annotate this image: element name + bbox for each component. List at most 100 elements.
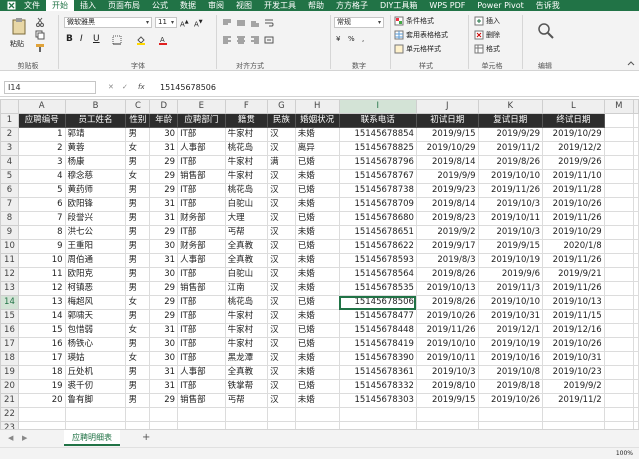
table-cell[interactable]: 2019/9/9 — [415, 169, 479, 184]
table-cell[interactable]: 2019/9/6 — [477, 267, 544, 282]
empty-cell[interactable] — [415, 407, 479, 422]
increase-font-icon[interactable]: A▲ — [180, 17, 189, 29]
table-cell[interactable]: 2019/10/31 — [542, 351, 605, 366]
table-cell[interactable]: 未婚 — [294, 365, 340, 380]
insert-icon[interactable] — [474, 16, 484, 26]
table-cell[interactable]: 未婚 — [294, 393, 340, 408]
table-cell[interactable]: IT部 — [177, 309, 226, 324]
row-header[interactable]: 7 — [0, 197, 19, 212]
decrease-font-icon[interactable]: A▼ — [194, 17, 203, 29]
table-cell[interactable]: 人事部 — [177, 141, 226, 156]
table-cell[interactable]: IT部 — [177, 155, 226, 170]
empty-cell[interactable] — [125, 421, 151, 429]
row-header[interactable]: 4 — [0, 155, 19, 170]
row-header[interactable]: 18 — [0, 351, 19, 366]
table-cell[interactable]: 10 — [17, 253, 66, 268]
bold-button[interactable]: B — [66, 34, 73, 44]
empty-cell[interactable] — [64, 421, 127, 429]
table-cell[interactable]: 未婚 — [294, 169, 340, 184]
row-header[interactable]: 20 — [0, 379, 19, 394]
empty-cell[interactable] — [633, 225, 639, 240]
table-cell[interactable]: 男 — [125, 197, 151, 212]
column-title-cell[interactable]: 民族 — [267, 113, 296, 128]
column-title-cell[interactable]: 年龄 — [149, 113, 179, 128]
ribbon-tab[interactable]: 开始 — [46, 0, 74, 11]
row-header[interactable]: 1 — [0, 113, 19, 128]
table-cell[interactable]: 汉 — [267, 281, 296, 296]
table-cell[interactable]: 2019/10/29 — [542, 225, 605, 240]
cancel-icon[interactable]: ✕ — [108, 82, 114, 92]
table-cell[interactable]: 铁掌帮 — [224, 379, 269, 394]
table-cell[interactable]: 牛家村 — [224, 323, 269, 338]
table-cell[interactable]: 6 — [17, 197, 66, 212]
table-cell[interactable]: 男 — [125, 281, 151, 296]
table-cell[interactable]: 15145678622 — [338, 239, 417, 254]
empty-cell[interactable] — [477, 407, 544, 422]
table-cell[interactable]: 15145678535 — [338, 281, 417, 296]
empty-cell[interactable] — [415, 421, 479, 429]
table-cell[interactable]: 男 — [125, 267, 151, 282]
table-cell[interactable]: 5 — [17, 183, 66, 198]
empty-cell[interactable] — [224, 421, 269, 429]
table-cell[interactable]: 2019/10/11 — [477, 211, 544, 226]
table-cell[interactable]: 2019/11/26 — [542, 281, 605, 296]
ribbon-tab[interactable]: 告诉我 — [530, 0, 566, 11]
column-header[interactable]: G — [267, 99, 296, 114]
table-cell[interactable]: 2019/9/15 — [415, 393, 479, 408]
empty-cell[interactable] — [603, 295, 635, 310]
row-header[interactable]: 21 — [0, 393, 19, 408]
table-cell[interactable]: 汉 — [267, 393, 296, 408]
row-header[interactable]: 19 — [0, 365, 19, 380]
sheet-tab-active[interactable]: 应聘明细表 — [64, 430, 120, 446]
ribbon-tab[interactable]: 视图 — [230, 0, 258, 11]
table-cell[interactable]: 2019/9/26 — [542, 155, 605, 170]
table-cell[interactable]: 财务部 — [177, 239, 226, 254]
empty-cell[interactable] — [338, 407, 417, 422]
row-header[interactable]: 8 — [0, 211, 19, 226]
table-cell[interactable]: 13 — [17, 295, 66, 310]
empty-cell[interactable] — [603, 351, 635, 366]
table-format-button[interactable]: 套用表格格式 — [406, 30, 448, 40]
table-cell[interactable]: 15145678506 — [338, 295, 417, 310]
table-cell[interactable]: 未婚 — [294, 127, 340, 142]
empty-cell[interactable] — [633, 379, 639, 394]
table-cell[interactable]: 梅超风 — [64, 295, 127, 310]
table-cell[interactable]: 全真教 — [224, 365, 269, 380]
empty-cell[interactable] — [338, 421, 417, 429]
table-cell[interactable]: 2019/10/8 — [477, 365, 544, 380]
column-header[interactable]: A — [17, 99, 66, 114]
table-cell[interactable]: 31 — [149, 253, 179, 268]
table-cell[interactable]: 财务部 — [177, 211, 226, 226]
table-cell[interactable]: 2019/11/10 — [542, 169, 605, 184]
table-cell[interactable]: 男 — [125, 211, 151, 226]
table-cell[interactable]: 29 — [149, 393, 179, 408]
empty-cell[interactable] — [633, 197, 639, 212]
align-center-icon[interactable] — [236, 35, 246, 45]
table-cell[interactable]: 汉 — [267, 183, 296, 198]
ribbon-tab[interactable]: 帮助 — [302, 0, 330, 11]
column-header[interactable]: D — [149, 99, 179, 114]
table-cell[interactable]: 29 — [149, 169, 179, 184]
table-cell[interactable]: 包惜弱 — [64, 323, 127, 338]
align-bottom-icon[interactable] — [250, 18, 260, 28]
table-cell[interactable]: 段誉兴 — [64, 211, 127, 226]
empty-cell[interactable] — [633, 295, 639, 310]
table-cell[interactable]: 王重阳 — [64, 239, 127, 254]
table-cell[interactable]: 杨铁心 — [64, 337, 127, 352]
column-header[interactable]: K — [477, 99, 544, 114]
collapse-ribbon-icon[interactable] — [626, 59, 636, 69]
table-cell[interactable]: 29 — [149, 295, 179, 310]
table-cell[interactable]: 桃花岛 — [224, 141, 269, 156]
ribbon-tab[interactable]: DIY工具箱 — [374, 0, 423, 11]
table-cell[interactable]: 15145678709 — [338, 197, 417, 212]
align-left-icon[interactable] — [222, 35, 232, 45]
align-top-icon[interactable] — [222, 18, 232, 28]
table-cell[interactable]: 汉 — [267, 169, 296, 184]
confirm-icon[interactable]: ✓ — [122, 82, 128, 92]
table-cell[interactable]: 15145678564 — [338, 267, 417, 282]
column-title-cell[interactable]: 应聘编号 — [17, 113, 66, 128]
ribbon-tab[interactable]: 插入 — [74, 0, 102, 11]
table-cell[interactable]: 男 — [125, 309, 151, 324]
table-cell[interactable]: 2 — [17, 141, 66, 156]
row-header[interactable]: 14 — [0, 295, 19, 310]
